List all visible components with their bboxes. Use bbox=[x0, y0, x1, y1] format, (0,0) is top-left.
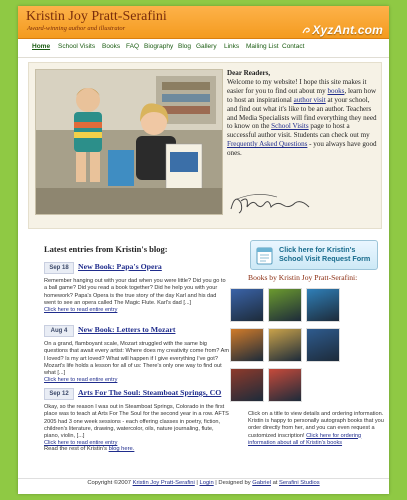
welcome-greeting: Dear Readers, bbox=[227, 69, 271, 77]
studio-link[interactable]: Serafini Studios bbox=[279, 480, 320, 486]
nav-contact[interactable]: Contact bbox=[282, 43, 304, 50]
logo[interactable]: XyzAnt.com bbox=[312, 23, 383, 37]
at-text: at bbox=[270, 480, 280, 486]
entry-body: Remember hanging out with your dad when … bbox=[44, 278, 229, 314]
signature-icon bbox=[230, 194, 310, 214]
designer-link[interactable]: Gabriel bbox=[252, 480, 271, 486]
read-entry-link[interactable]: Click here to read entire entry bbox=[44, 307, 229, 314]
nav-faq[interactable]: FAQ bbox=[126, 43, 139, 50]
calendar-note-icon bbox=[256, 247, 273, 265]
footer-author-link[interactable]: Kristin Joy Pratt-Serafini bbox=[133, 480, 195, 486]
book-cover[interactable] bbox=[230, 368, 264, 402]
author-visit-link[interactable]: author visit bbox=[294, 96, 326, 104]
nav-gallery[interactable]: Gallery bbox=[196, 43, 217, 50]
login-link[interactable]: Login bbox=[200, 480, 214, 486]
entry-excerpt: On a grand, flamboyant scale, Mozart str… bbox=[44, 341, 229, 377]
book-cover[interactable] bbox=[268, 328, 302, 362]
page-container: Kristin Joy Pratt-Serafini Award-winning… bbox=[18, 6, 389, 494]
school-visit-request-button[interactable]: Click here for Kristin's School Visit Re… bbox=[250, 240, 378, 270]
entry-body: On a grand, flamboyant scale, Mozart str… bbox=[44, 341, 229, 385]
read-rest-text: Read the rest of Kristin's blog here. bbox=[44, 446, 134, 452]
nav-blog[interactable]: Blog bbox=[178, 43, 191, 50]
nav-mailing-list[interactable]: Mailing List bbox=[246, 43, 279, 50]
entry-title-link[interactable]: Arts For The Soul: Steamboat Springs, CO bbox=[78, 388, 221, 397]
entry-title-link[interactable]: New Book: Letters to Mozart bbox=[78, 325, 175, 334]
welcome-text: Dear Readers, Welcome to my website! I h… bbox=[227, 69, 377, 158]
school-visit-request-label: Click here for Kristin's School Visit Re… bbox=[279, 245, 371, 263]
books-link[interactable]: books bbox=[327, 87, 344, 95]
nav-books[interactable]: Books bbox=[102, 43, 120, 50]
books-blurb: Click on a title to view details and ord… bbox=[248, 411, 388, 447]
entry-date-badge: Sep 12 bbox=[44, 388, 74, 400]
book-cover[interactable] bbox=[268, 368, 302, 402]
blog-heading: Latest entries from Kristin's blog: bbox=[44, 244, 168, 254]
books-heading: Books by Kristin Joy Pratt-Serafini: bbox=[248, 273, 358, 282]
designed-by-text: | Designed by bbox=[213, 480, 253, 486]
intro-panel: Dear Readers, Welcome to my website! I h… bbox=[28, 62, 382, 229]
school-visits-link[interactable]: School Visits bbox=[271, 122, 308, 130]
nav-school-visits[interactable]: School Visits bbox=[58, 43, 95, 50]
read-rest-label: Read the rest of Kristin's bbox=[44, 446, 109, 452]
main-nav: Home School Visits Books FAQ Biography B… bbox=[18, 39, 389, 58]
site-title[interactable]: Kristin Joy Pratt-Serafini bbox=[26, 9, 167, 25]
book-cover[interactable] bbox=[268, 288, 302, 322]
entry-excerpt: Remember hanging out with your dad when … bbox=[44, 278, 226, 306]
nav-home[interactable]: Home bbox=[32, 43, 50, 50]
entry-body: Okay, so the reason I was out in Steambo… bbox=[44, 404, 229, 448]
entry-excerpt: Okay, so the reason I was out in Steambo… bbox=[44, 404, 229, 440]
author-photo-illustration bbox=[36, 70, 222, 214]
site-header: Kristin Joy Pratt-Serafini Award-winning… bbox=[18, 6, 389, 39]
read-entry-link[interactable]: Click here to read entire entry bbox=[44, 377, 229, 384]
entry-date-badge: Aug 4 bbox=[44, 325, 74, 337]
faq-link[interactable]: Frequently Asked Questions bbox=[227, 140, 307, 148]
entry-date-badge: Sep 18 bbox=[44, 262, 74, 274]
nav-links[interactable]: Links bbox=[224, 43, 239, 50]
author-photo bbox=[35, 69, 223, 215]
book-cover[interactable] bbox=[230, 328, 264, 362]
blog-here-link[interactable]: blog here. bbox=[109, 446, 135, 452]
book-cover[interactable] bbox=[306, 328, 340, 362]
site-tagline: Award-winning author and illustrator bbox=[27, 25, 126, 32]
entry-title-link[interactable]: New Book: Papa's Opera bbox=[78, 262, 162, 271]
copyright-text: Copyright ©2007 bbox=[87, 480, 133, 486]
nav-biography[interactable]: Biography bbox=[144, 43, 173, 50]
footer-text: Copyright ©2007 Kristin Joy Pratt-Serafi… bbox=[18, 480, 389, 486]
book-cover[interactable] bbox=[230, 288, 264, 322]
book-cover[interactable] bbox=[306, 288, 340, 322]
logo-swirl-icon bbox=[302, 27, 310, 34]
site-footer: Copyright ©2007 Kristin Joy Pratt-Serafi… bbox=[18, 478, 389, 494]
